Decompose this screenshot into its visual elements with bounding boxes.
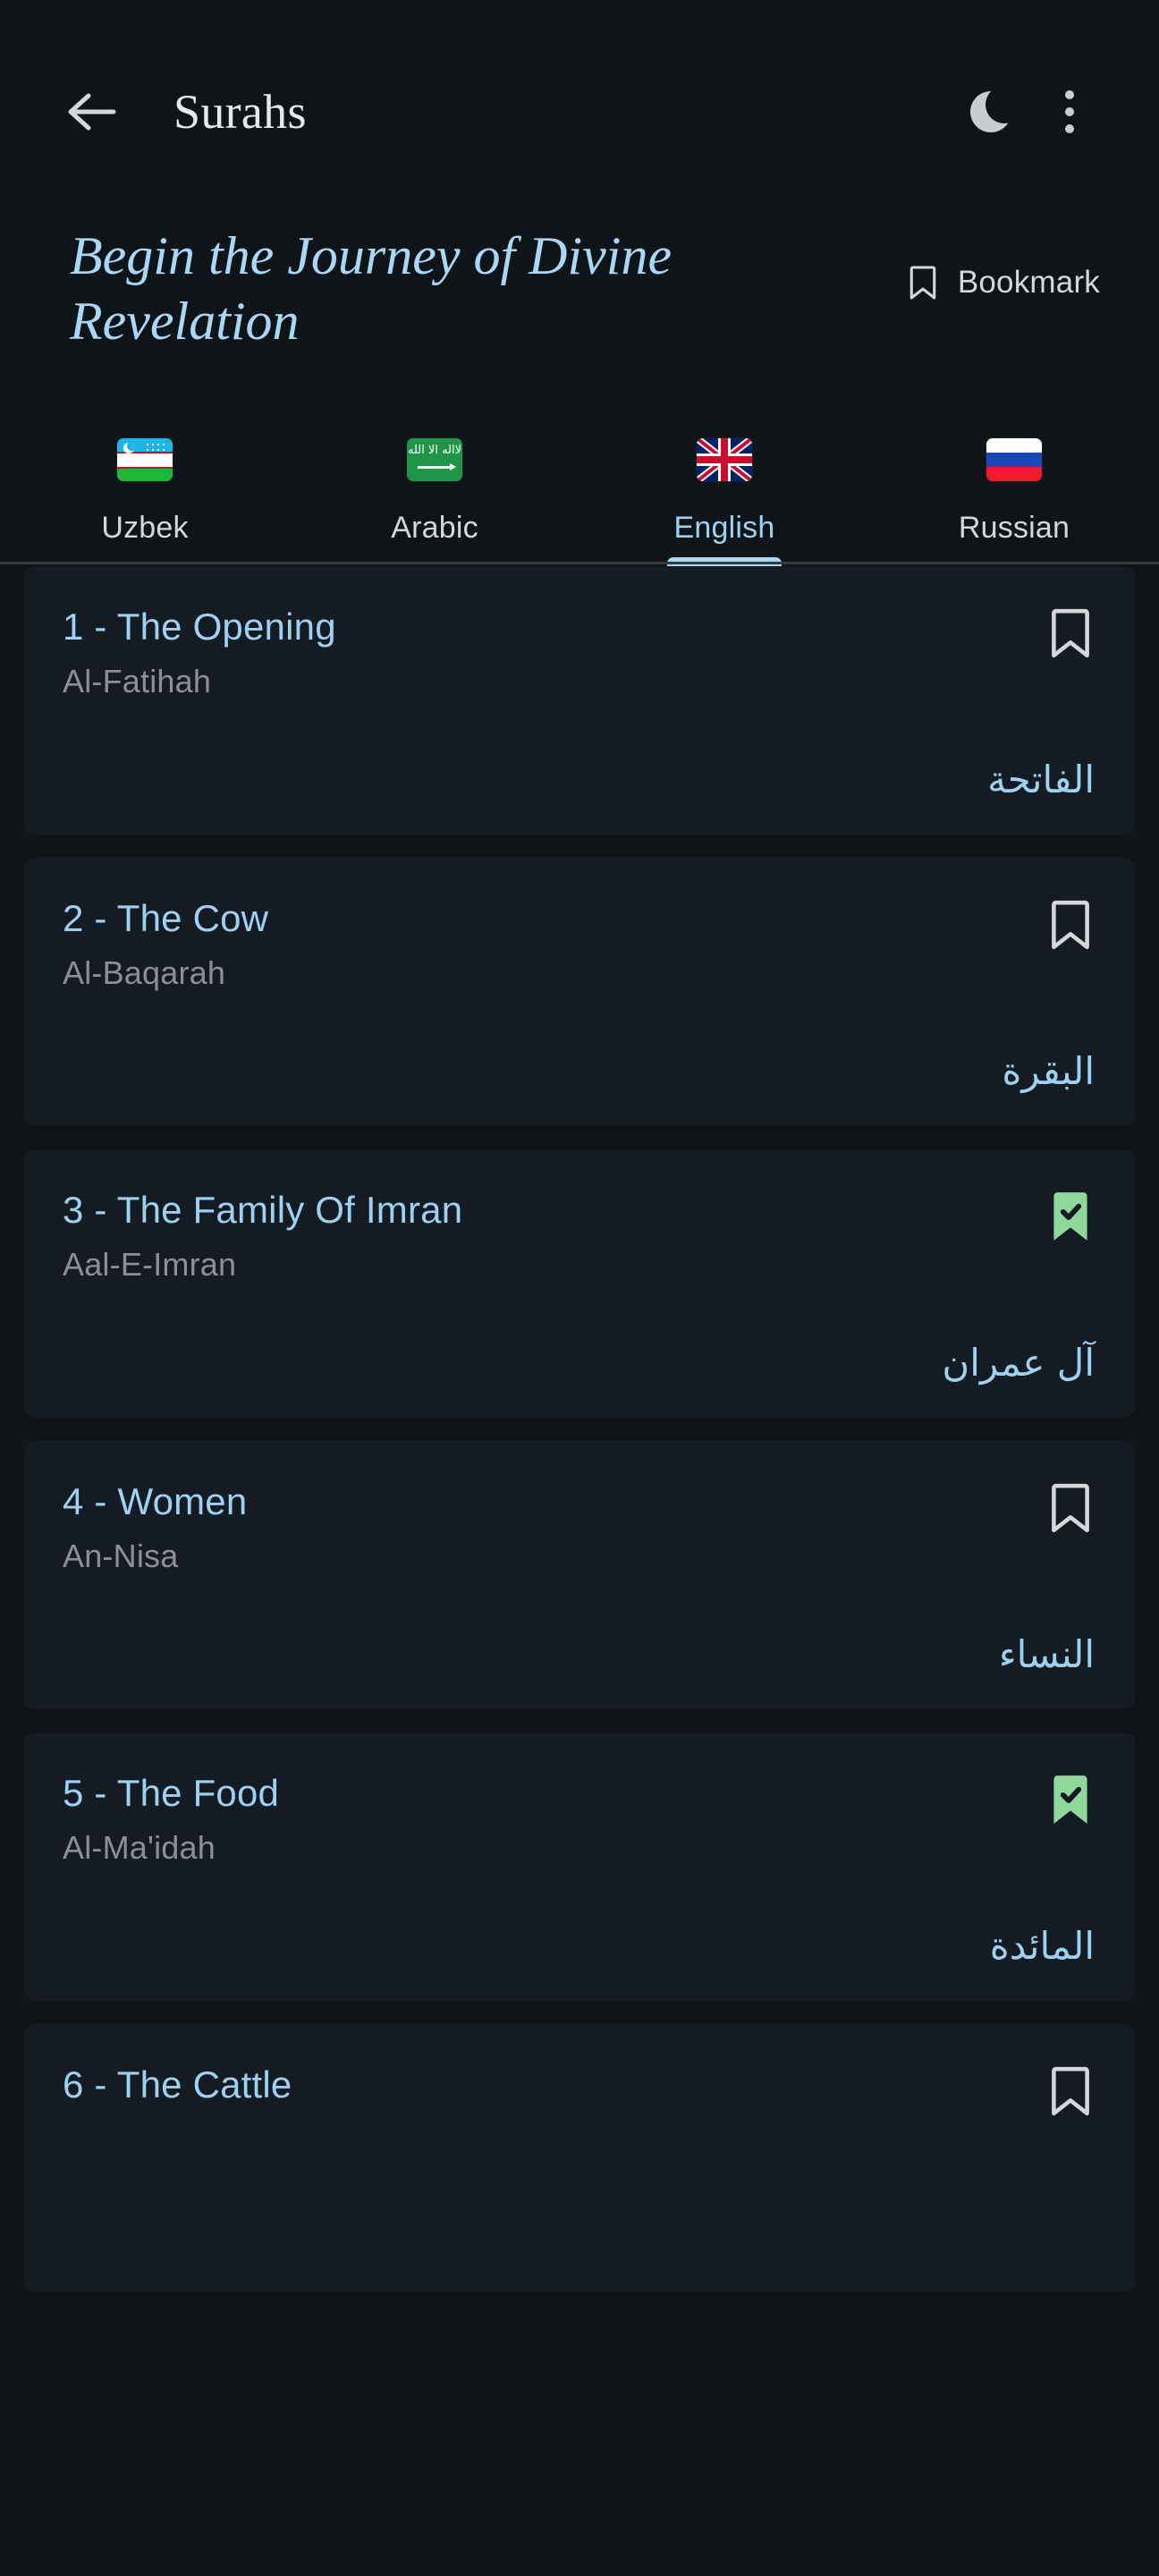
surah-arabic-name: البقرة: [1002, 1048, 1095, 1093]
tabs-divider: [0, 562, 1159, 564]
surah-list[interactable]: 1 - The Opening Al-Fatihah الفاتحة 2 - T…: [0, 566, 1159, 2292]
surah-card[interactable]: 2 - The Cow Al-Baqarah البقرة: [23, 858, 1136, 1126]
more-vertical-icon: [1065, 90, 1074, 133]
bookmark-outline-icon: [1052, 1483, 1089, 1533]
surah-card[interactable]: 1 - The Opening Al-Fatihah الفاتحة: [23, 566, 1136, 835]
surah-card[interactable]: 6 - The Cattle: [23, 2024, 1136, 2292]
surah-title: 6 - The Cattle: [63, 2063, 292, 2106]
flag-saudi-arabia-icon: لااله الا الله: [407, 438, 462, 481]
arrow-left-icon: [68, 93, 116, 131]
surah-title: 5 - The Food: [63, 1772, 280, 1814]
language-tabs: Uzbek لااله الا الله Arabic English Russ…: [0, 426, 1159, 568]
moon-icon: [970, 91, 1011, 132]
flag-russia-icon: [986, 438, 1042, 481]
surah-card-texts: 4 - Women An-Nisa: [63, 1480, 1028, 1575]
surah-bookmark-toggle[interactable]: [1046, 1480, 1095, 1536]
surah-title: 2 - The Cow: [63, 897, 269, 939]
tab-label-arabic: Arabic: [391, 511, 478, 545]
app-bar: Surahs: [0, 0, 1159, 224]
surah-transliteration: Aal-E-Imran: [63, 1246, 237, 1284]
surah-list-screen: Surahs Begin the Journey of Divine Revel…: [0, 0, 1159, 2576]
surah-bookmark-toggle[interactable]: [1046, 1189, 1095, 1244]
bookmark-filter-label: Bookmark: [957, 265, 1100, 300]
surah-card-texts: 3 - The Family Of Imran Aal-E-Imran: [63, 1189, 1028, 1284]
surah-arabic-name: آل عمران: [942, 1340, 1095, 1385]
tab-label-uzbek: Uzbek: [101, 511, 189, 545]
surah-card-texts: 2 - The Cow Al-Baqarah: [63, 897, 1028, 992]
bookmark-check-filled-icon: [1053, 1192, 1087, 1241]
surah-card-header: 1 - The Opening Al-Fatihah: [63, 606, 1095, 700]
surah-card-header: 2 - The Cow Al-Baqarah: [63, 897, 1095, 992]
tab-label-english: English: [673, 511, 775, 545]
surah-arabic-name: النساء: [998, 1631, 1095, 1676]
surah-transliteration: Al-Fatihah: [63, 663, 212, 700]
tab-uzbek[interactable]: Uzbek: [0, 426, 290, 564]
bookmark-outline-icon: [909, 266, 936, 300]
surah-bookmark-toggle[interactable]: [1046, 606, 1095, 661]
surah-card-texts: 6 - The Cattle: [63, 2063, 1028, 2121]
surah-card[interactable]: 4 - Women An-Nisa النساء: [23, 1441, 1136, 1709]
surah-transliteration: Al-Ma'idah: [63, 1829, 216, 1867]
overflow-menu-button[interactable]: [1030, 72, 1109, 151]
surah-title: 1 - The Opening: [63, 606, 336, 648]
language-tabs-row: Uzbek لااله الا الله Arabic English Russ…: [0, 426, 1159, 568]
surah-bookmark-toggle[interactable]: [1046, 1772, 1095, 1827]
surah-card-header: 3 - The Family Of Imran Aal-E-Imran: [63, 1189, 1095, 1284]
surah-title: 3 - The Family Of Imran: [63, 1189, 463, 1231]
tab-arabic[interactable]: لااله الا الله Arabic: [290, 426, 580, 564]
surah-bookmark-toggle[interactable]: [1046, 2063, 1095, 2119]
flag-uzbekistan-icon: [117, 438, 173, 481]
bookmark-outline-icon: [1052, 608, 1089, 658]
surah-arabic-name: المائدة: [989, 1923, 1095, 1968]
tab-label-russian: Russian: [958, 511, 1070, 545]
bookmark-outline-icon: [1052, 2066, 1089, 2116]
theme-toggle-button[interactable]: [952, 72, 1030, 151]
flag-united-kingdom-icon: [697, 438, 752, 481]
surah-card-header: 5 - The Food Al-Ma'idah: [63, 1772, 1095, 1867]
surah-arabic-name: الفاتحة: [987, 757, 1095, 801]
bookmark-check-filled-icon: [1053, 1775, 1087, 1824]
surah-bookmark-toggle[interactable]: [1046, 897, 1095, 953]
surah-title: 4 - Women: [63, 1480, 248, 1522]
hero-section: Begin the Journey of Divine Revelation B…: [0, 224, 1159, 402]
surah-card-texts: 1 - The Opening Al-Fatihah: [63, 606, 1028, 700]
surah-card[interactable]: 5 - The Food Al-Ma'idah المائدة: [23, 1733, 1136, 2001]
surah-card-header: 6 - The Cattle: [63, 2063, 1095, 2121]
surah-card[interactable]: 3 - The Family Of Imran Aal-E-Imran آل ع…: [23, 1149, 1136, 1418]
page-title: Surahs: [173, 85, 307, 139]
surah-transliteration: An-Nisa: [63, 1538, 179, 1575]
back-button[interactable]: [54, 73, 131, 150]
tab-russian[interactable]: Russian: [869, 426, 1159, 564]
surah-transliteration: Al-Baqarah: [63, 954, 226, 992]
bookmark-outline-icon: [1052, 900, 1089, 950]
surah-card-texts: 5 - The Food Al-Ma'idah: [63, 1772, 1028, 1867]
hero-title: Begin the Journey of Divine Revelation: [70, 226, 673, 352]
surah-card-header: 4 - Women An-Nisa: [63, 1480, 1095, 1575]
bookmark-filter-button[interactable]: Bookmark: [902, 254, 1105, 311]
tab-english[interactable]: English: [580, 426, 869, 568]
